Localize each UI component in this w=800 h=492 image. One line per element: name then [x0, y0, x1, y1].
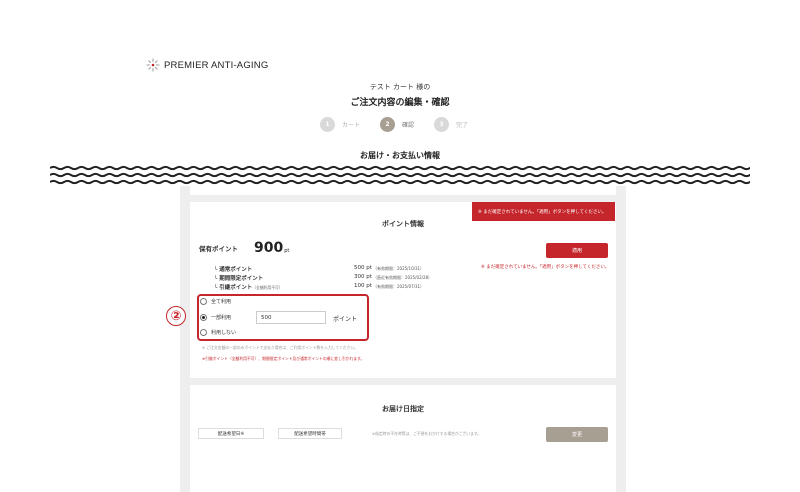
held-points-number: 900 — [254, 240, 284, 256]
step-complete: 3 完了 — [434, 117, 468, 132]
brand-name: PREMIER ANTI-AGING — [164, 59, 269, 71]
point-row-limited: └ 期間限定ポイント 300 pt （直近有効期限：2025/02/28） — [214, 274, 454, 282]
customer-name: テスト カート 様の — [369, 83, 431, 91]
alert-banner: ※ まだ確定されていません。「適用」ボタンを押してください。 — [472, 202, 615, 221]
apply-note: ※ まだ確定されていません。「適用」ボタンを押してください。 — [481, 265, 610, 270]
wave-line — [50, 179, 750, 185]
apply-button[interactable]: 適用 — [546, 243, 608, 258]
sunburst-logo-icon — [146, 58, 160, 72]
point-value: 500 pt — [354, 265, 372, 271]
point-expiry: （有効期限：2025/07/31） — [373, 284, 425, 289]
step-number: 2 — [380, 117, 396, 132]
option-label: 全て利用 — [211, 299, 232, 305]
step-cart: 1 カート — [320, 117, 360, 132]
radio-button[interactable] — [200, 298, 207, 305]
point-row-transfer: └ 引継ポイント（全額利用不可） 100 pt （有効期限：2025/07/31… — [214, 283, 454, 291]
previous-card — [190, 186, 616, 195]
point-expiry: （直近有効期限：2025/02/28） — [373, 275, 433, 280]
held-points-unit: pt — [284, 248, 290, 254]
brand-logo[interactable]: PREMIER ANTI-AGING — [146, 58, 268, 72]
section-title: お届け・お支払い情報 — [360, 151, 440, 160]
wave-line — [50, 172, 750, 178]
point-row-regular: └ 通常ポイント 500 pt （有効期限：2025/10/31） — [214, 265, 454, 273]
points-warning-note: ※引継ポイント（全額利用不可）、期間限定ポイント及び通常ポイントの順に差し引かれ… — [202, 356, 365, 361]
delivery-title: お届け日指定 — [382, 405, 424, 413]
held-points-label: 保有ポイント — [199, 245, 238, 253]
delivery-note: ※指定時の不在時等は、ご不便をおかけする場合がございます。 — [372, 431, 482, 436]
step-number: 1 — [320, 117, 335, 132]
step-label: 完了 — [456, 122, 469, 129]
option-use-all[interactable]: 全て利用 — [200, 298, 231, 305]
annotation-number-badge: ② — [166, 306, 186, 326]
wavy-divider — [50, 165, 750, 185]
progress-steps: 1 カート 2 確認 3 完了 — [320, 117, 488, 132]
point-value: 300 pt — [354, 274, 372, 280]
point-name: └ 通常ポイント — [214, 267, 253, 273]
option-use-partial[interactable]: 一部利用 — [200, 314, 231, 321]
radio-button-checked[interactable] — [200, 314, 207, 321]
change-button[interactable]: 変更 — [546, 427, 608, 442]
page-title: ご注文内容の編集・確認 — [350, 98, 450, 108]
held-points-value: 900pt — [254, 240, 289, 256]
point-sub-note: （全額利用不可） — [252, 285, 283, 290]
wave-line — [50, 165, 750, 171]
point-name: └ 引継ポイント（全額利用不可） — [214, 285, 283, 291]
delivery-time-field[interactable]: 配送希望時間帯 — [278, 428, 342, 439]
step-label: 確認 — [402, 122, 415, 129]
step-confirm: 2 確認 — [380, 117, 414, 132]
points-note: ※ ご注文金額の一部のみポイントで支払う場合は、ご利用ポイント数を入力してくださ… — [202, 345, 359, 350]
points-amount-input[interactable]: 500 — [256, 311, 326, 324]
option-use-none[interactable]: 利用しない — [200, 329, 236, 336]
radio-button[interactable] — [200, 329, 207, 336]
option-label: 利用しない — [211, 330, 237, 336]
option-label: 一部利用 — [211, 315, 232, 321]
point-expiry: （有効期限：2025/10/31） — [373, 266, 425, 271]
delivery-date-field[interactable]: 配送希望日※ — [198, 428, 264, 439]
step-number: 3 — [434, 117, 450, 132]
point-value: 100 pt — [354, 283, 372, 289]
points-amount-unit: ポイント — [333, 316, 358, 323]
point-name: └ 期間限定ポイント — [214, 276, 264, 282]
step-label: カート — [342, 122, 361, 129]
